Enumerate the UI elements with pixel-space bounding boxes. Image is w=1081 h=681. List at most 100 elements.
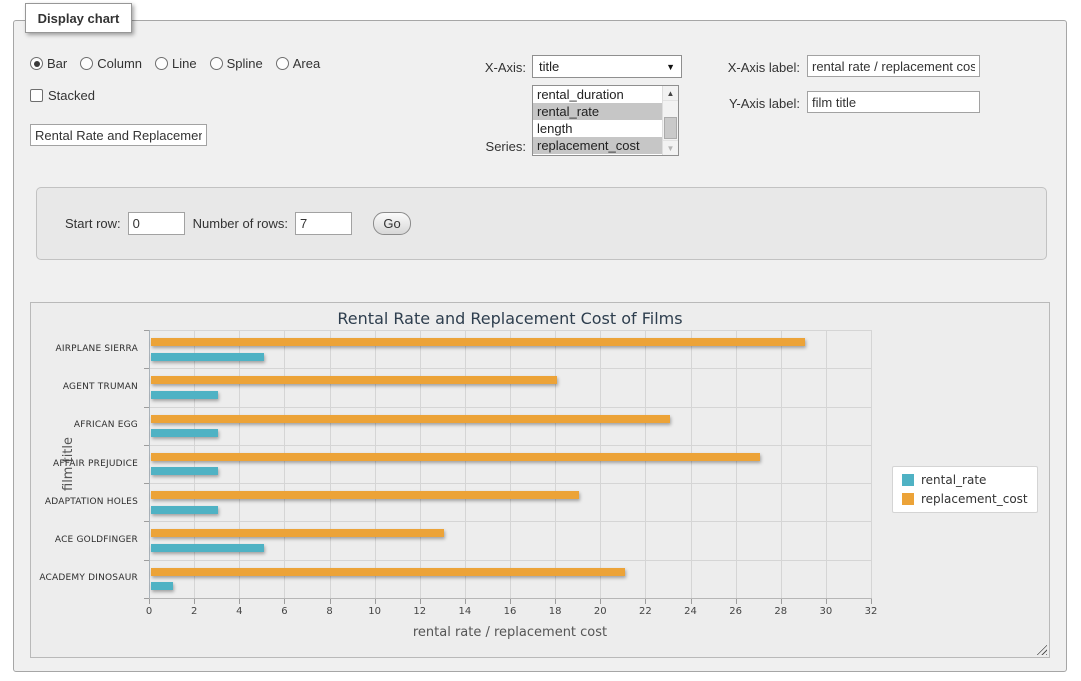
- listbox-scrollbar[interactable]: ▲ ▼: [662, 86, 678, 155]
- bar-replacement_cost[interactable]: [151, 376, 557, 384]
- bar-replacement_cost[interactable]: [151, 453, 760, 461]
- y-category-label: ACADEMY DINOSAUR: [31, 573, 144, 583]
- bar-replacement_cost[interactable]: [151, 529, 444, 537]
- y-tick-mark: [144, 407, 149, 408]
- x-tick-label: 6: [264, 606, 304, 617]
- y-tick-mark: [144, 483, 149, 484]
- x-tick-mark: [600, 599, 601, 604]
- resize-handle-icon[interactable]: [1035, 643, 1047, 655]
- series-option-length[interactable]: length: [533, 120, 662, 137]
- x-tick-label: 4: [219, 606, 259, 617]
- bar-replacement_cost[interactable]: [151, 415, 670, 423]
- x-tick-label: 28: [761, 606, 801, 617]
- gridline: [600, 330, 601, 598]
- radio-column-label: Column: [97, 56, 142, 71]
- y-tick-mark: [144, 368, 149, 369]
- x-axis-select[interactable]: title ▼: [532, 55, 682, 78]
- gridline: [239, 330, 240, 598]
- x-tick-mark: [465, 599, 466, 604]
- start-row-input[interactable]: [128, 212, 185, 235]
- gridline: [826, 330, 827, 598]
- chart-legend: rental_rate replacement_cost: [892, 466, 1038, 513]
- chart-title-input[interactable]: [30, 124, 207, 146]
- scrollbar-thumb[interactable]: [664, 117, 677, 139]
- x-tick-mark: [645, 599, 646, 604]
- legend-swatch-icon: [902, 493, 914, 505]
- bar-rental_rate[interactable]: [151, 353, 264, 361]
- x-axis-label-input[interactable]: [807, 55, 980, 77]
- series-option-replacement-cost[interactable]: replacement_cost: [533, 137, 662, 154]
- bar-rental_rate[interactable]: [151, 544, 264, 552]
- bar-replacement_cost[interactable]: [151, 338, 805, 346]
- scroll-down-icon[interactable]: ▼: [663, 140, 678, 155]
- radio-icon: [30, 57, 43, 70]
- gridline: [781, 330, 782, 598]
- bar-replacement_cost[interactable]: [151, 491, 579, 499]
- legend-item-replacement_cost[interactable]: replacement_cost: [902, 492, 1028, 506]
- x-tick-label: 12: [400, 606, 440, 617]
- stacked-label: Stacked: [48, 88, 95, 103]
- series-option-rental-duration[interactable]: rental_duration: [533, 86, 662, 103]
- y-category-label: ADAPTATION HOLES: [31, 497, 144, 507]
- bar-rental_rate[interactable]: [151, 429, 218, 437]
- series-option-rental-rate[interactable]: rental_rate: [533, 103, 662, 120]
- series-listbox-label: Series:: [432, 139, 526, 154]
- x-tick-label: 16: [490, 606, 530, 617]
- bar-rental_rate[interactable]: [151, 391, 218, 399]
- bar-rental_rate[interactable]: [151, 506, 218, 514]
- radio-area[interactable]: Area: [276, 56, 320, 71]
- radio-icon: [210, 57, 223, 70]
- x-tick-label: 24: [671, 606, 711, 617]
- chart-container: Rental Rate and Replacement Cost of Film…: [30, 302, 1050, 658]
- x-tick-mark: [691, 599, 692, 604]
- radio-column[interactable]: Column: [80, 56, 142, 71]
- x-axis-label-caption: X-Axis label:: [698, 60, 800, 75]
- y-category-label: ACE GOLDFINGER: [31, 535, 144, 545]
- gridline: [510, 330, 511, 598]
- legend-item-rental_rate[interactable]: rental_rate: [902, 473, 1028, 487]
- radio-spline[interactable]: Spline: [210, 56, 263, 71]
- x-tick-mark: [826, 599, 827, 604]
- x-tick-label: 22: [625, 606, 665, 617]
- stacked-checkbox[interactable]: [30, 89, 43, 102]
- radio-area-label: Area: [293, 56, 320, 71]
- radio-spline-label: Spline: [227, 56, 263, 71]
- x-axis-selected-value: title: [539, 59, 666, 74]
- radio-bar[interactable]: Bar: [30, 56, 67, 71]
- y-category-label: AGENT TRUMAN: [31, 382, 144, 392]
- gridline: [645, 330, 646, 598]
- x-tick-mark: [420, 599, 421, 604]
- gridline: [691, 330, 692, 598]
- chart-type-radio-group: Bar Column Line Spline Area: [30, 56, 320, 71]
- chevron-down-icon: ▼: [666, 62, 675, 72]
- y-axis-label-input[interactable]: [807, 91, 980, 113]
- x-tick-mark: [194, 599, 195, 604]
- y-category-label: AFRICAN EGG: [31, 420, 144, 430]
- bar-replacement_cost[interactable]: [151, 568, 625, 576]
- x-tick-mark: [239, 599, 240, 604]
- y-category-label: AIRPLANE SIERRA: [31, 344, 144, 354]
- gridline: [330, 330, 331, 598]
- gridline: [871, 330, 872, 598]
- go-button[interactable]: Go: [373, 212, 411, 235]
- gridline: [150, 330, 872, 331]
- number-of-rows-input[interactable]: [295, 212, 352, 235]
- radio-line[interactable]: Line: [155, 56, 197, 71]
- gridline: [150, 368, 872, 369]
- gridline: [150, 445, 872, 446]
- scroll-up-icon[interactable]: ▲: [663, 86, 678, 101]
- stacked-checkbox-row: Stacked: [30, 88, 95, 103]
- gridline: [150, 407, 872, 408]
- x-tick-mark: [781, 599, 782, 604]
- bar-rental_rate[interactable]: [151, 467, 218, 475]
- x-tick-label: 20: [580, 606, 620, 617]
- rows-panel: Start row: Number of rows: Go: [36, 187, 1047, 260]
- x-tick-mark: [871, 599, 872, 604]
- gridline: [150, 560, 872, 561]
- x-tick-label: 0: [129, 606, 169, 617]
- y-tick-mark: [144, 560, 149, 561]
- bar-rental_rate[interactable]: [151, 582, 173, 590]
- gridline: [375, 330, 376, 598]
- radio-icon: [276, 57, 289, 70]
- x-tick-mark: [149, 599, 150, 604]
